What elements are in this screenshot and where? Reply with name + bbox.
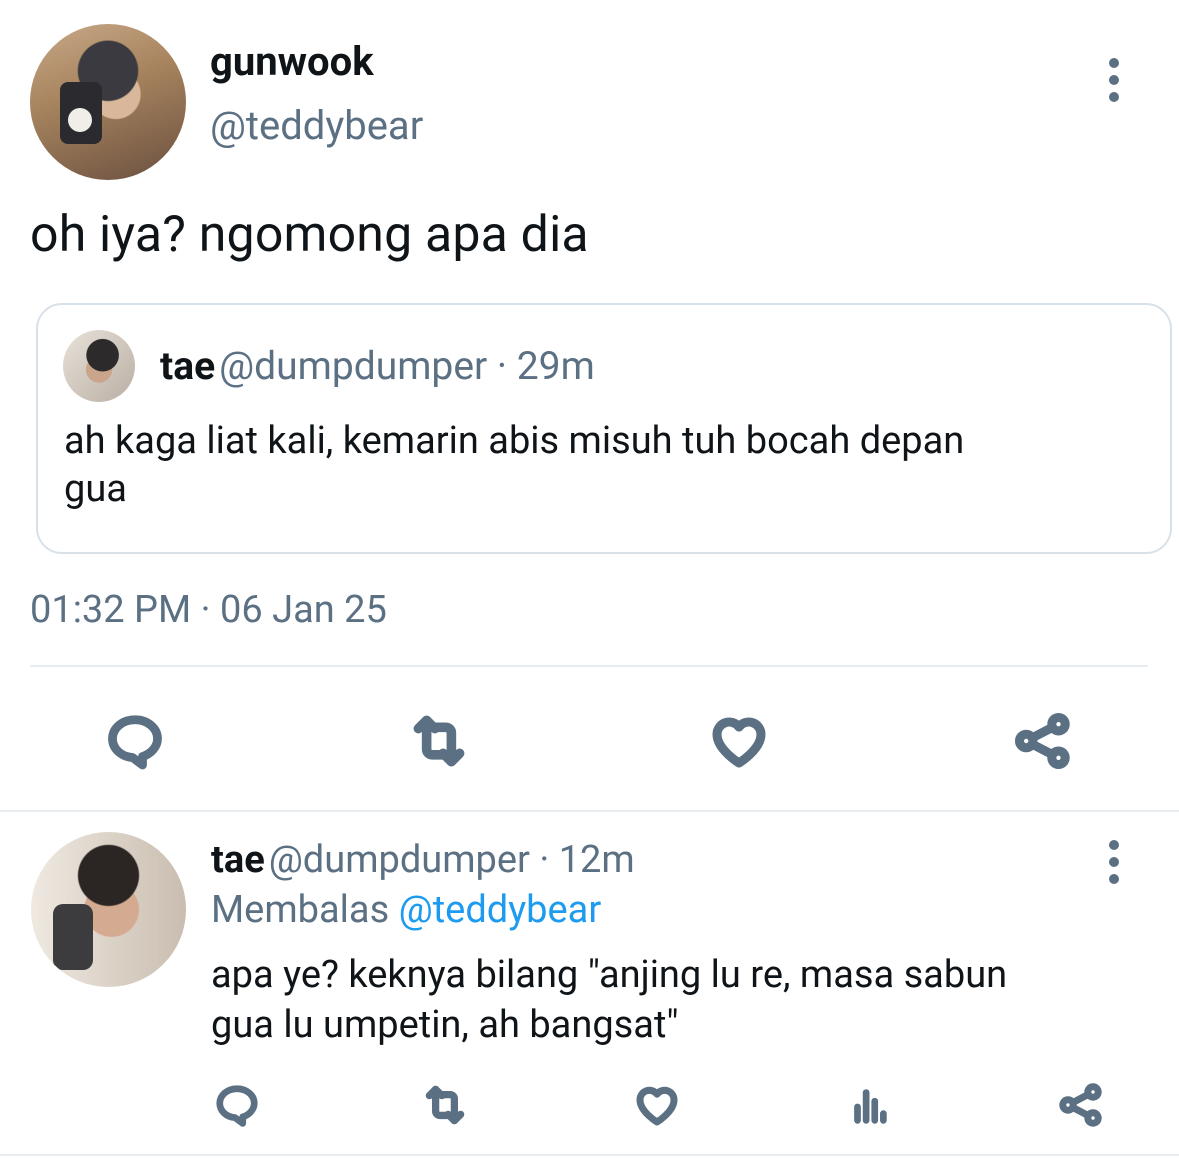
reply-tweet[interactable]: tae @dumpdumper · 12m Membalas @teddybea… (0, 812, 1179, 1158)
quoted-text-line2: gua (64, 467, 127, 511)
tweet-timestamp: 01:32 PM · 06 Jan 25 (30, 588, 387, 632)
quoted-author-name: tae (160, 343, 216, 389)
replying-label: Membalas (211, 888, 390, 932)
author-avatar[interactable] (30, 24, 186, 180)
main-tweet: gunwook @teddybear oh iya? ngomong apa d… (0, 0, 1179, 812)
tweet-text: oh iya? ngomong apa dia (30, 206, 589, 264)
author-handle[interactable]: @teddybear (210, 102, 423, 149)
reply-author-avatar[interactable] (31, 832, 186, 987)
replying-to-link[interactable]: @teddybear (399, 888, 602, 932)
divider (0, 1154, 1179, 1156)
quoted-text-line1: ah kaga liat kali, kemarin abis misuh tu… (64, 419, 965, 463)
phone-sticker (68, 108, 92, 132)
retweet-icon[interactable] (404, 706, 474, 776)
heart-icon[interactable] (704, 706, 774, 776)
quoted-meta: @dumpdumper · 29m (219, 343, 595, 389)
reply-meta: @dumpdumper · 12m (268, 838, 635, 882)
reply-text-line1: apa ye? keknya bilang "anjing lu re, mas… (211, 953, 1008, 997)
share-icon[interactable] (1056, 1080, 1106, 1130)
more-vertical-icon[interactable] (1109, 58, 1121, 109)
reply-icon[interactable] (100, 706, 170, 776)
heart-icon[interactable] (632, 1080, 682, 1130)
author-name[interactable]: gunwook (210, 38, 374, 85)
share-icon[interactable] (1008, 706, 1078, 776)
reply-text-line2: gua lu umpetin, ah bangsat" (211, 1003, 679, 1047)
quoted-author-avatar (63, 330, 135, 402)
views-icon[interactable] (844, 1080, 894, 1130)
divider (30, 665, 1148, 667)
reply-author-name[interactable]: tae (211, 838, 265, 882)
quoted-tweet[interactable]: tae @dumpdumper · 29m ah kaga liat kali,… (36, 303, 1172, 554)
more-vertical-icon[interactable] (1109, 840, 1121, 891)
reply-icon[interactable] (212, 1080, 262, 1130)
phone-shape (53, 904, 93, 970)
retweet-icon[interactable] (420, 1080, 470, 1130)
